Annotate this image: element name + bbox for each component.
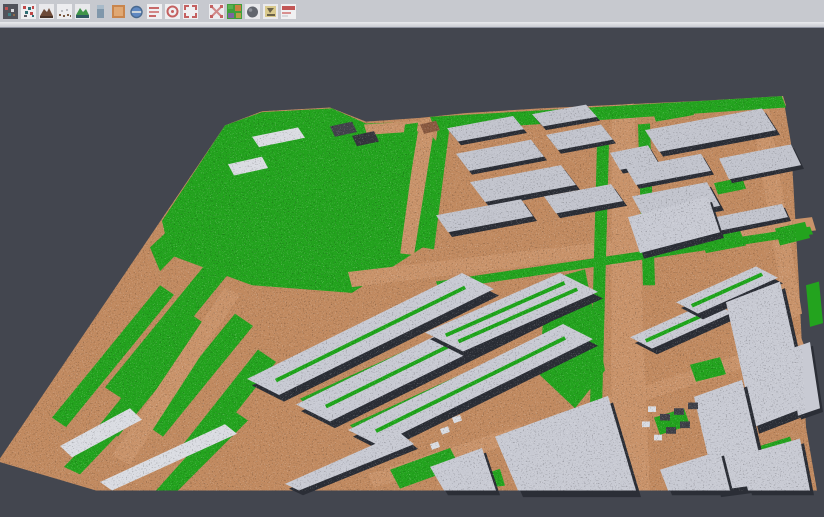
toolbar-button-red-rows[interactable] (280, 3, 296, 19)
globe-view-icon (129, 4, 144, 19)
zoom-extent-icon (183, 4, 198, 19)
toolbar-button-profile-column[interactable] (92, 3, 108, 19)
toolbar-button-red-bars[interactable] (146, 3, 162, 19)
application-window (0, 0, 824, 517)
toolbar-button-classified-cloud[interactable] (226, 3, 242, 19)
toolbar-button-target-circle[interactable] (164, 3, 180, 19)
noise-dark (0, 28, 824, 517)
toolbar-button-dark-point-cloud[interactable] (2, 3, 18, 19)
sphere-view-icon (245, 4, 260, 19)
cross-selection-icon (209, 4, 224, 19)
profile-column-icon (93, 4, 108, 19)
toolbar-button-sphere-view[interactable] (244, 3, 260, 19)
toolbar-button-orange-area[interactable] (110, 3, 126, 19)
survey-marker-icon (263, 4, 278, 19)
target-circle-icon (165, 4, 180, 19)
sparse-points-icon (57, 4, 72, 19)
orange-area-icon (111, 4, 126, 19)
toolbar-button-globe-view[interactable] (128, 3, 144, 19)
classify-points-icon (21, 4, 36, 19)
toolbar-button-sparse-points[interactable] (56, 3, 72, 19)
toolbar-button-cross-selection[interactable] (208, 3, 224, 19)
point-cloud-scene (0, 28, 824, 517)
toolbar-button-survey-marker[interactable] (262, 3, 278, 19)
ground-terrain-icon (39, 4, 54, 19)
vegetation-terrain-icon (75, 4, 90, 19)
toolbar-button-zoom-extent[interactable] (182, 3, 198, 19)
red-rows-icon (281, 4, 296, 19)
classified-cloud-icon (227, 4, 242, 19)
vegetation-points (806, 281, 823, 326)
toolbar-button-classify-points[interactable] (20, 3, 36, 19)
dark-point-cloud-icon (3, 4, 18, 19)
toolbar-button-ground-terrain[interactable] (38, 3, 54, 19)
red-bars-icon (147, 4, 162, 19)
toolbar (0, 0, 824, 22)
toolbar-button-vegetation-terrain[interactable] (74, 3, 90, 19)
viewport-3d[interactable] (0, 28, 824, 517)
